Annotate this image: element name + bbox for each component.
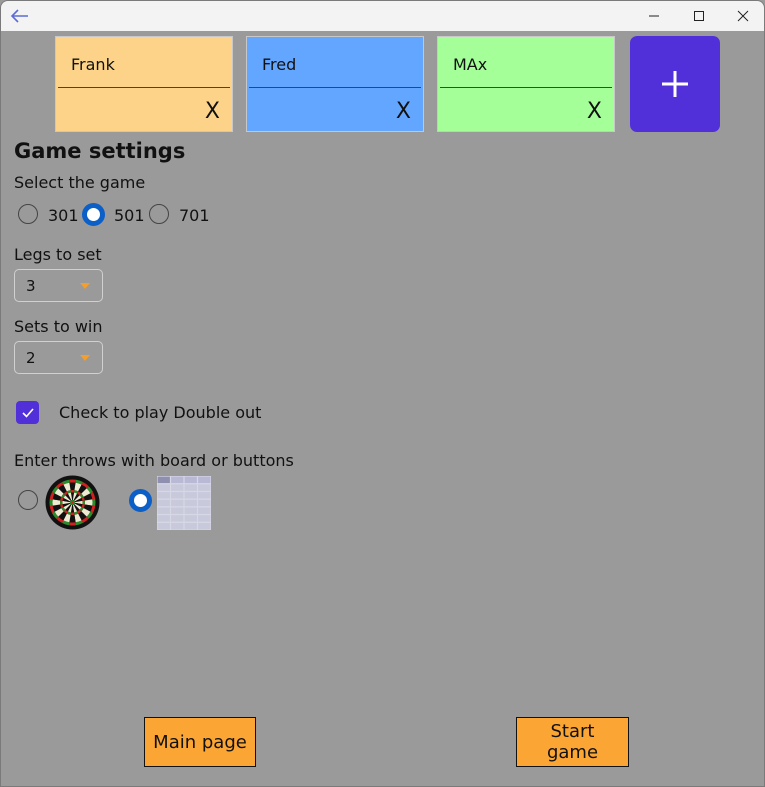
radio-501-label: 501 <box>114 206 145 225</box>
mini-grid-cell <box>184 484 197 491</box>
mini-grid-cell <box>171 476 184 484</box>
player-name-field[interactable]: Frank <box>58 39 230 88</box>
mini-grid-cell <box>171 499 184 507</box>
dartboard-segment <box>70 512 75 515</box>
checkmark-icon <box>21 407 34 418</box>
dartboard-segment <box>68 522 77 526</box>
add-player-button[interactable] <box>630 36 720 132</box>
player-name: Frank <box>71 55 115 74</box>
mini-grid-cell <box>171 522 184 530</box>
dartboard-segment <box>82 500 85 505</box>
mini-grid-cell <box>184 507 197 514</box>
minimize-button[interactable] <box>631 1 677 31</box>
legs-value: 3 <box>26 277 36 295</box>
sets-label: Sets to win <box>14 317 103 336</box>
mini-grid-cell <box>184 522 197 530</box>
mini-grid-cell <box>198 476 211 484</box>
player-name: MAx <box>453 55 488 74</box>
radio-501[interactable] <box>82 203 105 226</box>
select-game-label: Select the game <box>14 173 146 192</box>
start-game-button[interactable]: Start game <box>516 717 629 767</box>
mini-grid-cell <box>157 476 170 484</box>
mini-grid-cell <box>171 492 184 499</box>
remove-player-button[interactable]: X <box>587 99 602 124</box>
mini-grid-cell <box>198 492 211 499</box>
input-method-label: Enter throws with board or buttons <box>14 451 294 470</box>
remove-player-button[interactable]: X <box>396 99 411 124</box>
close-button[interactable] <box>720 1 764 31</box>
main-page-button[interactable]: Main page <box>144 717 256 767</box>
mini-grid-cell <box>198 484 211 491</box>
plus-icon <box>662 71 688 97</box>
sets-value: 2 <box>26 349 36 367</box>
dartboard-icon <box>45 475 100 530</box>
dartboard-segment <box>60 500 63 505</box>
mini-grid-cell <box>198 515 211 522</box>
mini-grid-cell <box>198 522 211 530</box>
legs-label: Legs to set <box>14 245 102 264</box>
player-name-field[interactable]: Fred <box>249 39 421 88</box>
title-bar <box>1 1 764 31</box>
mini-grid-cell <box>157 515 170 522</box>
player-name-field[interactable]: MAx <box>440 39 612 88</box>
dartboard-segment <box>70 490 75 493</box>
mini-grid-cell <box>198 499 211 507</box>
radio-301[interactable] <box>18 204 38 224</box>
player-card-2: Fred X <box>246 36 424 132</box>
mini-grid-cell <box>184 515 197 522</box>
player-card-3: MAx X <box>437 36 615 132</box>
mini-grid-cell <box>157 499 170 507</box>
player-card-1: Frank X <box>55 36 233 132</box>
dartboard-segment <box>68 479 77 483</box>
mini-grid-cell <box>157 507 170 514</box>
button-grid-preview-icon <box>157 476 211 530</box>
app-window: Frank X Fred X MAx X Game settings Selec… <box>0 0 765 787</box>
double-out-label: Check to play Double out <box>59 403 262 422</box>
remove-player-button[interactable]: X <box>205 99 220 124</box>
radio-301-label: 301 <box>48 206 79 225</box>
mini-grid-cell <box>171 507 184 514</box>
maximize-button[interactable] <box>676 1 722 31</box>
sets-dropdown[interactable]: 2 <box>14 341 103 374</box>
mini-grid-cell <box>157 492 170 499</box>
radio-701[interactable] <box>149 204 169 224</box>
radio-dartboard[interactable] <box>18 490 38 510</box>
mini-grid-cell <box>157 522 170 530</box>
mini-grid-cell <box>184 492 197 499</box>
legs-dropdown[interactable]: 3 <box>14 269 103 302</box>
game-settings-title: Game settings <box>14 139 186 163</box>
back-arrow-icon[interactable] <box>9 7 31 25</box>
dartboard-segment <box>92 498 96 507</box>
mini-grid-cell <box>157 484 170 491</box>
double-out-checkbox[interactable] <box>16 401 39 424</box>
player-name: Fred <box>262 55 297 74</box>
chevron-down-icon <box>80 355 90 361</box>
radio-701-label: 701 <box>179 206 210 225</box>
radio-buttons-input[interactable] <box>129 489 152 512</box>
mini-grid-cell <box>184 476 197 484</box>
mini-grid-cell <box>198 507 211 514</box>
dartboard-segment <box>49 498 53 507</box>
chevron-down-icon <box>80 283 90 289</box>
mini-grid-cell <box>184 499 197 507</box>
mini-grid-cell <box>171 515 184 522</box>
mini-grid-cell <box>171 484 184 491</box>
